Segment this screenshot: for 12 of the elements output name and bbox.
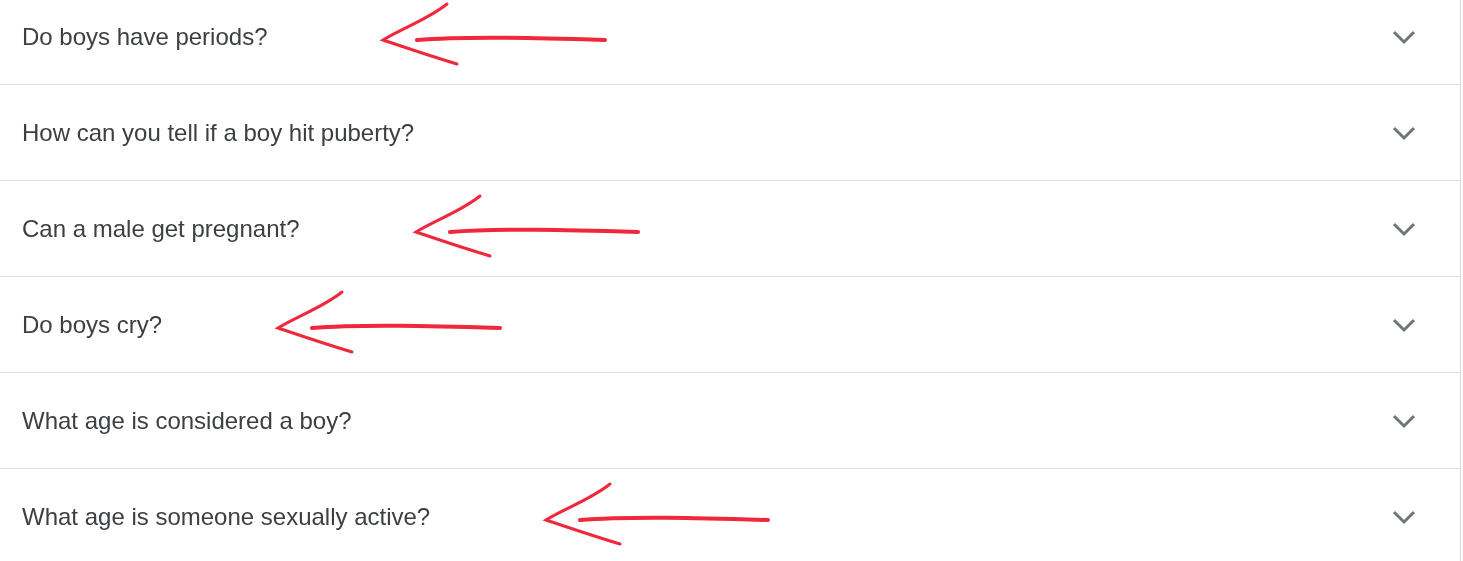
question-row[interactable]: What age is someone sexually active? xyxy=(0,469,1460,561)
question-text: Do boys cry? xyxy=(22,310,163,339)
question-text: What age is someone sexually active? xyxy=(22,502,431,531)
question-row[interactable]: Do boys cry? xyxy=(0,277,1460,373)
question-text: Can a male get pregnant? xyxy=(22,214,300,243)
question-text: How can you tell if a boy hit puberty? xyxy=(22,118,415,147)
question-text: Do boys have periods? xyxy=(22,22,268,51)
question-row[interactable]: Do boys have periods? xyxy=(0,0,1460,85)
question-row[interactable]: How can you tell if a boy hit puberty? xyxy=(0,85,1460,181)
question-row[interactable]: Can a male get pregnant? xyxy=(0,181,1460,277)
question-text: What age is considered a boy? xyxy=(22,406,352,435)
question-row[interactable]: What age is considered a boy? xyxy=(0,373,1460,469)
